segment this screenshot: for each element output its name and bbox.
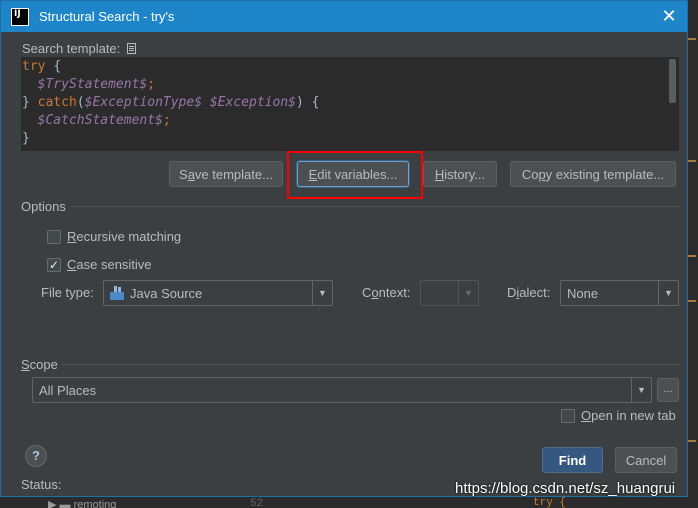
file-type-label: File type: bbox=[41, 285, 94, 300]
case-sensitive-label[interactable]: Case sensitive bbox=[67, 257, 152, 272]
history-label: History... bbox=[434, 166, 486, 182]
scope-separator bbox=[61, 364, 681, 365]
code-line: $CatchStatement$; bbox=[37, 113, 171, 128]
cancel-button[interactable]: Cancel bbox=[615, 447, 677, 473]
red-highlight-annotation bbox=[287, 151, 423, 199]
scope-ellipsis-button[interactable]: ... bbox=[657, 378, 679, 402]
scope-heading: Scope bbox=[21, 357, 58, 372]
code-line: } catch($ExceptionType$ $Exception$) { bbox=[22, 95, 320, 110]
case-sensitive-checkbox[interactable]: ✓ bbox=[47, 258, 61, 272]
file-type-value: Java Source bbox=[130, 285, 203, 301]
chevron-down-icon[interactable]: ▼ bbox=[458, 281, 478, 305]
file-type-combobox[interactable]: Java Source ▼ bbox=[103, 280, 333, 306]
structural-search-dialog: IJ Structural Search - try's ✕ Search te… bbox=[0, 0, 688, 497]
search-template-label: Search template: bbox=[22, 41, 121, 56]
copy-existing-template-label: Copy existing template... bbox=[521, 166, 665, 182]
options-heading: Options bbox=[21, 199, 66, 214]
chevron-down-icon[interactable]: ▼ bbox=[312, 281, 332, 305]
scope-value: All Places bbox=[39, 382, 97, 398]
background-tree-item: ▶ ▬ remoting bbox=[48, 499, 117, 508]
open-in-new-tab-label[interactable]: Open in new tab bbox=[581, 408, 676, 423]
intellij-app-icon: IJ bbox=[11, 7, 29, 26]
close-icon[interactable]: ✕ bbox=[659, 6, 679, 26]
document-icon[interactable] bbox=[126, 43, 136, 54]
history-button[interactable]: History... bbox=[423, 161, 497, 187]
title-bar[interactable]: IJ Structural Search - try's ✕ bbox=[1, 1, 687, 32]
search-template-heading: Search template: bbox=[22, 41, 136, 56]
code-line: try { bbox=[22, 59, 62, 74]
scope-combobox[interactable]: All Places ▼ bbox=[32, 377, 652, 403]
open-in-new-tab-checkbox[interactable] bbox=[561, 409, 575, 423]
status-label: Status: bbox=[21, 477, 62, 492]
background-line-number: 52 bbox=[250, 498, 264, 508]
background-code-fragment: try { bbox=[533, 497, 567, 508]
dialect-value: None bbox=[567, 285, 599, 301]
search-template-editor[interactable]: try { $TryStatement$; } catch($ExceptionT… bbox=[21, 57, 679, 151]
context-combobox[interactable]: ▼ bbox=[420, 280, 479, 306]
editor-scrollbar[interactable] bbox=[669, 59, 676, 103]
recursive-matching-checkbox[interactable] bbox=[47, 230, 61, 244]
save-template-button[interactable]: Save template... bbox=[169, 161, 283, 187]
chevron-down-icon[interactable]: ▼ bbox=[631, 378, 651, 402]
help-icon[interactable]: ? bbox=[25, 445, 47, 467]
dialect-combobox[interactable]: None ▼ bbox=[560, 280, 679, 306]
context-label: Context: bbox=[362, 285, 411, 300]
copy-existing-template-button[interactable]: Copy existing template... bbox=[510, 161, 676, 187]
watermark-text: https://blog.csdn.net/sz_huangrui bbox=[455, 480, 676, 497]
window-title: Structural Search - try's bbox=[39, 9, 175, 24]
code-line: } bbox=[22, 131, 30, 146]
options-separator bbox=[71, 206, 681, 207]
code-line: $TryStatement$; bbox=[37, 77, 156, 92]
java-file-icon bbox=[110, 286, 124, 300]
save-template-label: Save template... bbox=[179, 166, 273, 182]
recursive-matching-label[interactable]: Recursive matching bbox=[67, 229, 181, 244]
case-sensitive-check-icon: ✓ bbox=[48, 258, 60, 272]
dialect-label: Dialect: bbox=[507, 285, 551, 300]
find-button[interactable]: Find bbox=[542, 447, 603, 473]
chevron-down-icon[interactable]: ▼ bbox=[658, 281, 678, 305]
